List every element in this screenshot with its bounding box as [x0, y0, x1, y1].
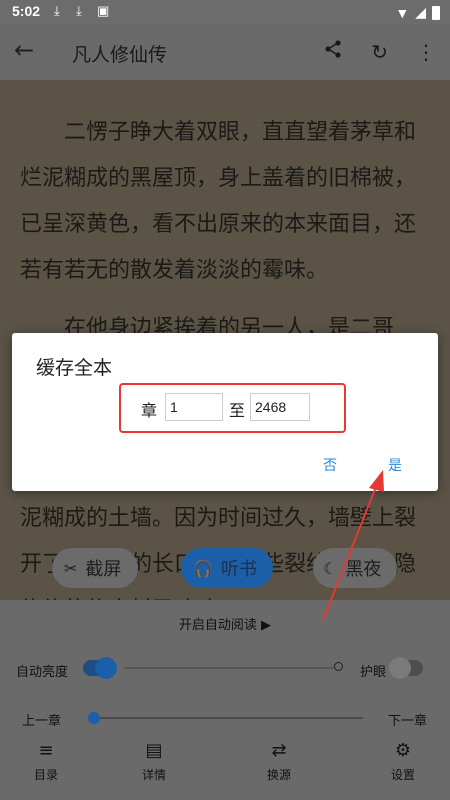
screenshot-label: 截屏: [85, 559, 122, 580]
moon-icon: ☾: [323, 558, 338, 578]
cancel-button[interactable]: 否: [323, 455, 337, 475]
eye-care-label: 护眼: [360, 665, 387, 680]
listen-label: 听书: [220, 559, 257, 580]
night-mode-button[interactable]: ☾ 黑夜: [313, 548, 397, 588]
night-label: 黑夜: [345, 559, 382, 580]
more-vert-icon[interactable]: ⋮: [416, 40, 436, 64]
screenshot-button[interactable]: ✂ 截屏: [52, 548, 138, 588]
nav-toc[interactable]: ≡ 目录: [16, 740, 76, 783]
auto-read-button[interactable]: 开启自动阅读 ▶: [0, 614, 450, 633]
wifi-icon: ▼: [395, 4, 410, 21]
back-arrow-icon[interactable]: ←: [14, 36, 34, 64]
book-title: 凡人修仙传: [72, 44, 168, 66]
next-chapter-button[interactable]: 下一章: [388, 710, 427, 729]
app-bar: ← 凡人修仙传 ↻ ⋮: [0, 24, 450, 80]
brightness-slider-end: [334, 662, 343, 671]
brightness-label: 自动亮度: [16, 665, 69, 680]
cache-dialog: 缓存全本 章 1 至 2468 否 是: [12, 333, 438, 491]
prev-chapter-button[interactable]: 上一章: [22, 710, 61, 729]
scissors-icon: ✂: [64, 558, 78, 578]
shuffle-icon: ⇄: [271, 740, 287, 761]
battery-icon: [432, 5, 440, 20]
chapter-progress-slider[interactable]: [88, 717, 363, 719]
from-label: 章: [141, 401, 158, 420]
download-icon: ⤓: [54, 3, 60, 18]
dialog-title: 缓存全本: [36, 357, 113, 379]
gear-icon: ⚙: [394, 740, 412, 761]
reader-menu-panel: 开启自动阅读 ▶ 自动亮度 护眼 上一章 下一章 ≡ 目录 ▤ 详情 ⇄ 换源 …: [0, 600, 450, 800]
status-bar: 5:02 ⤓ ⤓ ▣ ▼ ◢: [0, 0, 450, 24]
nav-settings[interactable]: ⚙ 设置: [373, 740, 433, 783]
status-time: 5:02: [12, 3, 41, 19]
to-label: 至: [229, 401, 246, 420]
download-icon: ⤓: [76, 3, 82, 18]
listen-button[interactable]: 🎧 听书: [181, 548, 273, 588]
comment-icon: ▤: [145, 740, 163, 761]
confirm-button[interactable]: 是: [388, 455, 402, 475]
eye-care-toggle[interactable]: [389, 657, 423, 679]
to-chapter-input[interactable]: 2468: [250, 393, 310, 421]
refresh-icon[interactable]: ↻: [371, 40, 388, 64]
photo-icon: ▣: [97, 3, 110, 18]
share-icon[interactable]: [323, 39, 343, 64]
auto-brightness-toggle[interactable]: [83, 657, 117, 679]
paragraph: 二愣子睁大着双眼，直直望着茅草和烂泥糊成的黑屋顶，身上盖着的旧棉被，已呈深黄色，…: [20, 120, 417, 283]
headphones-icon: 🎧: [193, 558, 213, 578]
list-icon: ≡: [38, 740, 54, 761]
nav-details[interactable]: ▤ 详情: [124, 740, 184, 783]
nav-change-source[interactable]: ⇄ 换源: [249, 740, 309, 783]
chapter-progress-thumb[interactable]: [88, 712, 100, 724]
brightness-slider[interactable]: [124, 667, 334, 669]
chapter-range-box: 章 1 至 2468: [119, 383, 346, 433]
signal-icon: ◢: [415, 4, 426, 20]
from-chapter-input[interactable]: 1: [165, 393, 223, 421]
